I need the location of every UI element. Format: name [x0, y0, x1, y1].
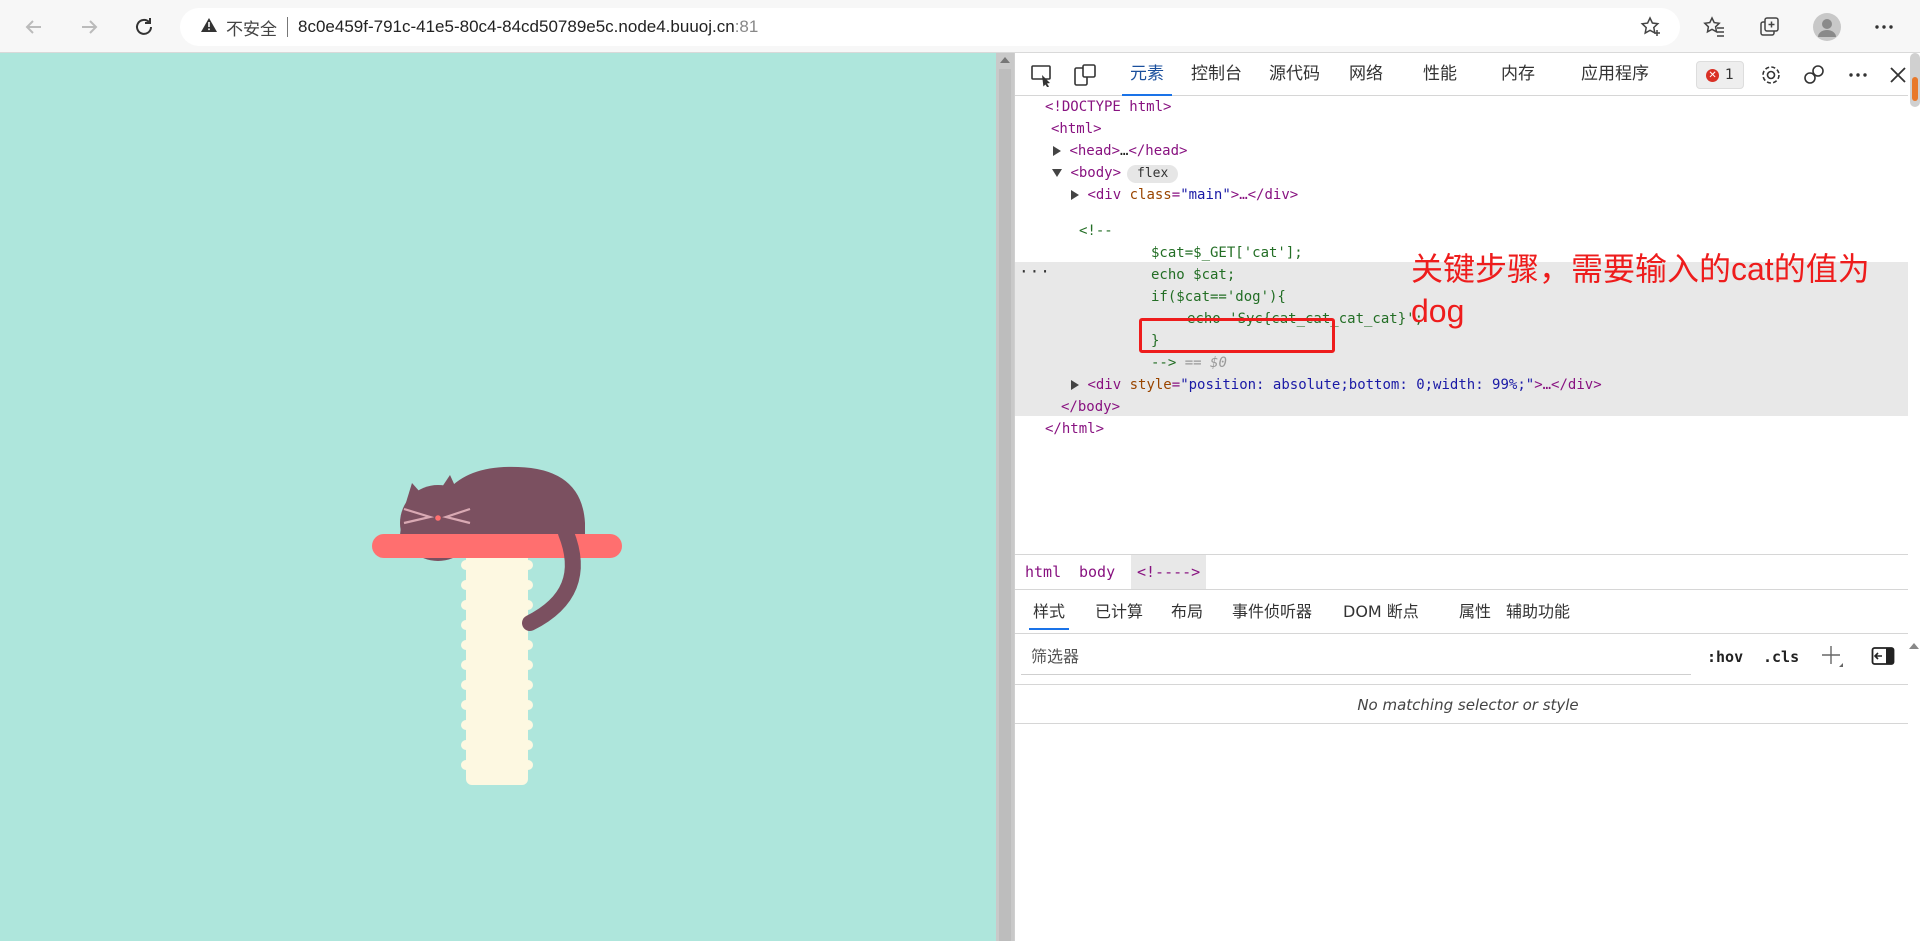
dom-line[interactable]: <div style="position: absolute;bottom: 0… [1015, 374, 1920, 396]
browser-toolbar: 不安全 8c0e459f-791c-41e5-80c4-84cd50789e5c… [0, 0, 1920, 53]
tab-layout[interactable]: 布局 [1171, 590, 1203, 634]
expand-arrow-icon[interactable] [1071, 190, 1079, 200]
div-rest: >…</div> [1534, 377, 1602, 393]
address-bar[interactable]: 不安全 8c0e459f-791c-41e5-80c4-84cd50789e5c… [180, 8, 1680, 46]
attr-name: class [1129, 187, 1172, 203]
divider [287, 17, 288, 37]
code-line: $cat=$_GET['cat']; [1151, 245, 1303, 261]
dom-line[interactable]: --> == $0 [1015, 352, 1920, 374]
annotation-text: 关键步骤，需要输入的cat的值为dog [1411, 251, 1870, 329]
comment-close: --> [1151, 355, 1177, 371]
dom-line[interactable]: <!DOCTYPE html> [1015, 96, 1920, 118]
dom-line[interactable]: <html> [1015, 118, 1920, 140]
styles-filter-input[interactable]: 筛选器 [1021, 639, 1691, 675]
div-tag: <div [1087, 187, 1122, 203]
back-icon[interactable] [17, 10, 51, 44]
devtools-more-icon[interactable] [1845, 62, 1871, 88]
head-tag: <head> [1069, 143, 1121, 159]
page-viewport [0, 53, 996, 941]
comment-open: <!-- [1079, 223, 1113, 239]
tab-elements[interactable]: 元素 [1122, 53, 1172, 96]
devtools-scrollbar[interactable] [1908, 53, 1920, 941]
scroll-marker [1912, 77, 1918, 101]
error-badge[interactable]: ✕ 1 [1696, 61, 1744, 89]
url-port[interactable]: :81 [735, 17, 759, 37]
html-tag: <html> [1051, 121, 1102, 137]
scroll-up-arrow-icon[interactable] [1909, 643, 1919, 649]
attr-value: "position: absolute;bottom: 0;width: 99%… [1180, 377, 1535, 393]
scroll-up-arrow-icon[interactable] [1000, 57, 1010, 63]
warning-icon[interactable] [200, 17, 218, 37]
dom-line[interactable]: <head>…</head> [1015, 140, 1920, 162]
feedback-icon[interactable] [1801, 62, 1827, 88]
highlight-box [1139, 318, 1335, 353]
breadcrumb-comment[interactable]: <!----> [1131, 555, 1207, 589]
collections-icon[interactable] [1753, 10, 1787, 44]
dom-line[interactable]: </body> [1015, 396, 1920, 418]
body-tag: <body> [1070, 165, 1122, 181]
devtools-tabbar: 元素 控制台 源代码 网络 性能 内存 应用程序 ⋮ ✕ 1 [1015, 53, 1920, 96]
cls-toggle[interactable]: .cls [1763, 639, 1799, 675]
settings-icon[interactable] [1758, 62, 1784, 88]
more-icon[interactable] [1867, 10, 1901, 44]
breadcrumb-body[interactable]: body [1073, 555, 1121, 589]
forward-icon[interactable] [72, 10, 106, 44]
no-match-message: No matching selector or style [1015, 684, 1920, 724]
toggle-sidebar-icon[interactable] [1871, 645, 1895, 681]
tab-accessibility[interactable]: 辅助功能 [1506, 590, 1570, 634]
html-close-tag: </html> [1045, 421, 1105, 437]
error-icon: ✕ [1706, 68, 1720, 82]
tab-styles[interactable]: 样式 [1028, 590, 1070, 634]
error-count: 1 [1725, 67, 1734, 83]
tab-properties[interactable]: 属性 [1459, 590, 1491, 634]
new-style-rule-icon[interactable] [1819, 643, 1845, 679]
reload-icon[interactable] [127, 10, 161, 44]
head-close-tag: </head> [1128, 143, 1188, 159]
tab-console[interactable]: 控制台 [1191, 53, 1242, 96]
profile-avatar[interactable] [1810, 10, 1844, 44]
add-favorite-icon[interactable] [1640, 16, 1662, 42]
tab-dom-breakpoints[interactable]: DOM 断点 [1343, 590, 1419, 634]
page-scroll-thumb[interactable] [999, 69, 1011, 941]
flex-badge[interactable]: flex [1127, 165, 1179, 183]
hov-toggle[interactable]: :hov [1707, 639, 1743, 675]
dom-tree: ··· <!DOCTYPE html> <html> <head>…</head… [1015, 96, 1920, 554]
collapse-arrow-icon[interactable] [1052, 169, 1062, 177]
attr-value: "main" [1180, 187, 1231, 203]
scratching-post [461, 553, 533, 785]
tab-network[interactable]: 网络 [1349, 53, 1383, 96]
devtools-panel: 元素 控制台 源代码 网络 性能 内存 应用程序 ⋮ ✕ 1 ··· <!DOC… [1014, 53, 1920, 941]
div-rest: >…</div> [1230, 187, 1299, 203]
dom-line[interactable]: <body> flex [1015, 162, 1920, 184]
expand-arrow-icon[interactable] [1053, 146, 1061, 156]
favorites-icon[interactable] [1697, 10, 1731, 44]
expand-arrow-icon[interactable] [1071, 380, 1079, 390]
breadcrumb: html body <!----> [1015, 554, 1920, 590]
dom-line[interactable]: <div class="main">…</div> [1015, 184, 1920, 206]
cat-shelf [372, 534, 622, 558]
dom-line[interactable]: </html> [1015, 418, 1920, 440]
code-line: if($cat=='dog'){ [1151, 289, 1286, 305]
doctype: <!DOCTYPE html> [1045, 99, 1172, 115]
div-tag: <div [1087, 377, 1122, 393]
tab-event-listeners[interactable]: 事件侦听器 [1232, 590, 1312, 634]
url-text[interactable]: 8c0e459f-791c-41e5-80c4-84cd50789e5c.nod… [298, 17, 735, 37]
dom-line[interactable]: <!-- [1015, 220, 1920, 242]
breadcrumb-html[interactable]: html [1019, 555, 1067, 589]
code-line: echo $cat; [1151, 267, 1236, 283]
styles-tabbar: 样式 已计算 布局 事件侦听器 DOM 断点 属性 辅助功能 [1015, 590, 1920, 634]
device-emulation-icon[interactable] [1072, 62, 1098, 88]
tab-memory[interactable]: 内存 [1501, 53, 1535, 96]
tab-computed[interactable]: 已计算 [1095, 590, 1143, 634]
body-close-tag: </body> [1061, 399, 1121, 415]
cat-illustration [372, 466, 622, 785]
selected-marker: == $0 [1184, 355, 1227, 371]
inspect-element-icon[interactable] [1029, 62, 1055, 88]
attr-name: style [1129, 377, 1172, 393]
page-scrollbar[interactable] [996, 53, 1014, 941]
tab-performance[interactable]: 性能 [1423, 53, 1457, 96]
tab-application[interactable]: 应用程序 [1581, 53, 1649, 96]
tab-sources[interactable]: 源代码 [1269, 53, 1320, 96]
security-label[interactable]: 不安全 [226, 15, 277, 40]
